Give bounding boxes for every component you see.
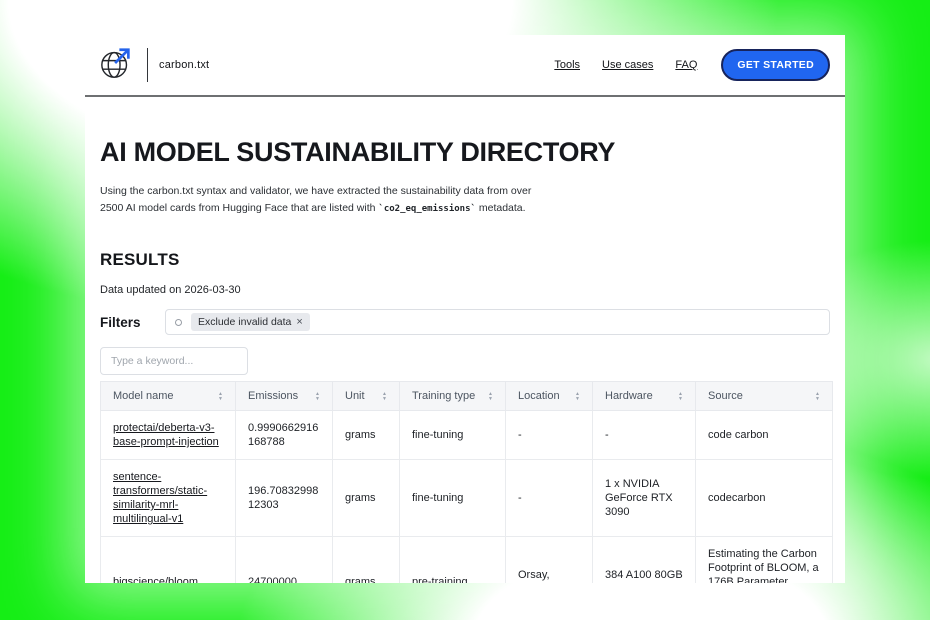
cell-unit: grams <box>333 537 400 584</box>
results-heading: RESULTS <box>100 250 830 270</box>
column-header-unit[interactable]: Unit ▲▼ <box>333 382 400 411</box>
table-row: bigscience/bloom 24700000gramspre-trainin… <box>101 537 833 584</box>
table-row: protectai/deberta-v3-base-prompt-injecti… <box>101 411 833 460</box>
nav-link-faq[interactable]: FAQ <box>675 59 697 71</box>
filters-label: Filters <box>100 315 165 330</box>
cell-source: code carbon <box>696 411 833 460</box>
column-label: Model name <box>113 390 174 402</box>
page-background: carbon.txt Tools Use cases FAQ GET START… <box>0 0 930 620</box>
column-label: Emissions <box>248 390 298 402</box>
cell-model: bigscience/bloom <box>101 537 236 584</box>
circle-icon[interactable] <box>175 319 182 326</box>
column-header-source[interactable]: Source ▲▼ <box>696 382 833 411</box>
column-header-location[interactable]: Location ▲▼ <box>506 382 593 411</box>
sort-icon[interactable]: ▲▼ <box>488 392 493 401</box>
filter-chip-label: Exclude invalid data <box>198 316 291 328</box>
column-label: Source <box>708 390 743 402</box>
description-line-1: Using the carbon.txt syntax and validato… <box>100 183 830 200</box>
site-card: carbon.txt Tools Use cases FAQ GET START… <box>85 35 845 583</box>
remove-filter-icon[interactable]: × <box>296 317 302 327</box>
sort-icon[interactable]: ▲▼ <box>315 392 320 401</box>
cell-model: sentence-transformers/static-similarity-… <box>101 460 236 537</box>
table-header-row: Model name▲▼Emissions▲▼Unit▲▼Training ty… <box>101 382 833 411</box>
sort-icon[interactable]: ▲▼ <box>575 392 580 401</box>
search-input[interactable] <box>100 347 248 375</box>
site-header: carbon.txt Tools Use cases FAQ GET START… <box>85 35 845 95</box>
cell-hardware: - <box>593 411 696 460</box>
model-link[interactable]: bigscience/bloom <box>113 576 198 583</box>
page-title: AI MODEL SUSTAINABILITY DIRECTORY <box>100 137 830 168</box>
column-header-model-name[interactable]: Model name ▲▼ <box>101 382 236 411</box>
cell-training_type: fine-tuning <box>400 460 506 537</box>
cell-model: protectai/deberta-v3-base-prompt-injecti… <box>101 411 236 460</box>
table-row: sentence-transformers/static-similarity-… <box>101 460 833 537</box>
cell-unit: grams <box>333 411 400 460</box>
sort-icon[interactable]: ▲▼ <box>815 392 820 401</box>
filter-chip[interactable]: Exclude invalid data × <box>191 313 310 331</box>
brand: carbon.txt <box>98 45 209 86</box>
filter-box[interactable]: Exclude invalid data × <box>165 309 830 335</box>
table-body: protectai/deberta-v3-base-prompt-injecti… <box>101 411 833 584</box>
cell-location: Orsay, France <box>506 537 593 584</box>
page-description: Using the carbon.txt syntax and validato… <box>100 183 830 218</box>
cell-hardware: 1 x NVIDIA GeForce RTX 3090 <box>593 460 696 537</box>
cell-training_type: fine-tuning <box>400 411 506 460</box>
table-header: Model name▲▼Emissions▲▼Unit▲▼Training ty… <box>101 382 833 411</box>
get-started-button[interactable]: GET STARTED <box>721 49 830 81</box>
cell-emissions: 196.7083299812303 <box>236 460 333 537</box>
cell-source: Estimating the Carbon Footprint of BLOOM… <box>696 537 833 584</box>
brand-name: carbon.txt <box>159 59 209 71</box>
cell-location: - <box>506 460 593 537</box>
sort-icon[interactable]: ▲▼ <box>678 392 683 401</box>
cell-location: - <box>506 411 593 460</box>
filters-row: Filters Exclude invalid data × <box>100 309 830 335</box>
code-metadata-key: `co2_eq_emissions` <box>378 204 476 214</box>
sort-icon[interactable]: ▲▼ <box>218 392 223 401</box>
model-link[interactable]: protectai/deberta-v3-base-prompt-injecti… <box>113 422 219 448</box>
cell-source: codecarbon <box>696 460 833 537</box>
nav-link-tools[interactable]: Tools <box>554 59 580 71</box>
description-line-2: 2500 AI model cards from Hugging Face th… <box>100 200 830 218</box>
cell-unit: grams <box>333 460 400 537</box>
column-label: Unit <box>345 390 365 402</box>
column-label: Hardware <box>605 390 653 402</box>
nav-link-use-cases[interactable]: Use cases <box>602 59 653 71</box>
cell-training_type: pre-training <box>400 537 506 584</box>
cell-emissions: 0.9990662916168788 <box>236 411 333 460</box>
results-table: Model name▲▼Emissions▲▼Unit▲▼Training ty… <box>100 381 833 583</box>
column-header-emissions[interactable]: Emissions ▲▼ <box>236 382 333 411</box>
column-header-training-type[interactable]: Training type ▲▼ <box>400 382 506 411</box>
model-link[interactable]: sentence-transformers/static-similarity-… <box>113 471 207 525</box>
column-label: Training type <box>412 390 475 402</box>
brand-divider <box>147 48 148 82</box>
column-label: Location <box>518 390 560 402</box>
globe-arrow-logo-icon <box>98 45 136 86</box>
sort-icon[interactable]: ▲▼ <box>382 392 387 401</box>
column-header-hardware[interactable]: Hardware ▲▼ <box>593 382 696 411</box>
cell-hardware: 384 A100 80GB GPUs <box>593 537 696 584</box>
main-nav: Tools Use cases FAQ GET STARTED <box>554 49 830 81</box>
header-divider <box>85 95 845 97</box>
main-content: AI MODEL SUSTAINABILITY DIRECTORY Using … <box>85 137 845 583</box>
data-updated-text: Data updated on 2026-03-30 <box>100 284 830 296</box>
cell-emissions: 24700000 <box>236 537 333 584</box>
